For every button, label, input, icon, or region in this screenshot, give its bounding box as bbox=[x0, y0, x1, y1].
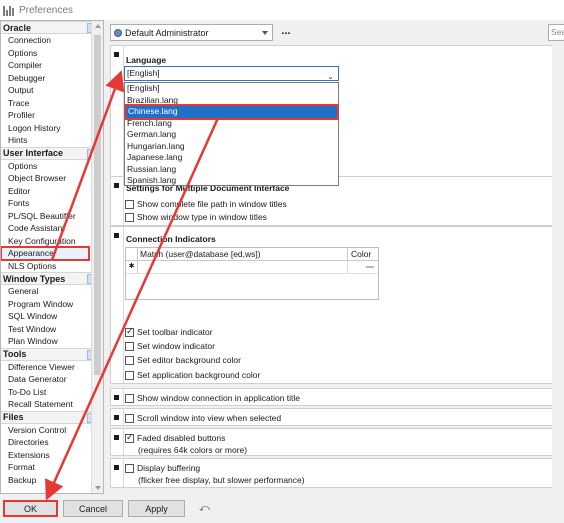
language-option[interactable]: Brazilian.lang bbox=[125, 95, 338, 107]
tree-item[interactable]: Recall Statement bbox=[1, 398, 103, 411]
scroll-up-icon[interactable] bbox=[95, 24, 101, 28]
show-path-checkbox[interactable]: Show complete file path in window titles bbox=[125, 199, 287, 209]
new-row-icon: ✱ bbox=[126, 261, 138, 273]
tree-section-header[interactable]: Oracle bbox=[1, 21, 103, 34]
tree-item[interactable]: Hints bbox=[1, 134, 103, 147]
tree-item[interactable]: Editor bbox=[1, 185, 103, 198]
tree-item[interactable]: Options bbox=[1, 160, 103, 173]
tree-item[interactable]: Data Generator bbox=[1, 373, 103, 386]
scroll-group: Scroll window into view when selected bbox=[110, 408, 564, 426]
more-button[interactable]: ... bbox=[279, 24, 293, 41]
app-bg-checkbox[interactable]: Set application background color bbox=[125, 370, 260, 380]
tree-item[interactable]: PL/SQL Beautifier bbox=[1, 210, 103, 223]
tree-item[interactable]: Connection bbox=[1, 34, 103, 47]
tree-item[interactable]: Fonts bbox=[1, 197, 103, 210]
tree-item[interactable]: NLS Options bbox=[1, 260, 103, 273]
tree-item[interactable]: Profiler bbox=[1, 109, 103, 122]
language-option[interactable]: Spanish.lang bbox=[125, 175, 338, 187]
language-select[interactable]: [English] ⌄ bbox=[124, 66, 339, 81]
conn-title-group: Show window connection in application ti… bbox=[110, 388, 564, 406]
tree-section-header[interactable]: Tools bbox=[1, 347, 103, 361]
tree-item[interactable]: SQL Window bbox=[1, 310, 103, 323]
editor-bg-checkbox[interactable]: Set editor background color bbox=[125, 355, 241, 365]
tree-item[interactable]: Debugger bbox=[1, 72, 103, 85]
tree-item[interactable]: Directories bbox=[1, 436, 103, 449]
tree-item[interactable]: Logon History bbox=[1, 122, 103, 135]
language-option[interactable]: [English] bbox=[125, 83, 338, 95]
faded-note: (requires 64k colors or more) bbox=[138, 445, 248, 455]
profile-value: Default Administrator bbox=[125, 27, 209, 38]
display-buffering-checkbox[interactable]: Display buffering bbox=[125, 463, 200, 473]
chevron-down-icon bbox=[262, 31, 268, 35]
panel-scrollbar[interactable] bbox=[552, 45, 564, 494]
tree-item[interactable]: Code Assistant bbox=[1, 222, 103, 235]
faded-group: Faded disabled buttons (requires 64k col… bbox=[110, 428, 564, 456]
language-title: Language bbox=[126, 55, 167, 65]
window-indicator-checkbox[interactable]: Set window indicator bbox=[125, 341, 215, 351]
tree-section-header[interactable]: User Interface bbox=[1, 146, 103, 160]
window-title: Preferences bbox=[19, 4, 73, 16]
ok-button[interactable]: OK bbox=[3, 500, 58, 517]
tree-item[interactable]: Appearance bbox=[1, 246, 90, 261]
language-dropdown-list[interactable]: [English] Brazilian.lang Chinese.lang Frenc… bbox=[124, 82, 339, 186]
language-option[interactable]: Chinese.lang bbox=[124, 104, 339, 120]
profile-select[interactable]: Default Administrator bbox=[110, 24, 273, 41]
tree-item[interactable]: Difference Viewer bbox=[1, 361, 103, 374]
tree-item[interactable]: Format bbox=[1, 461, 103, 474]
tree-item[interactable]: Compiler bbox=[1, 59, 103, 72]
tree-item[interactable]: Output bbox=[1, 84, 103, 97]
tree-item[interactable]: Test Window bbox=[1, 323, 103, 336]
tree-section-header[interactable]: Window Types bbox=[1, 272, 103, 285]
language-value: [English] bbox=[127, 68, 160, 78]
tree-item[interactable]: Program Window bbox=[1, 298, 103, 311]
tree-item[interactable]: Version Control bbox=[1, 424, 103, 437]
tree-item[interactable]: Backup bbox=[1, 474, 103, 487]
scroll-thumb[interactable] bbox=[94, 35, 101, 375]
group-marker bbox=[114, 52, 119, 57]
reset-icon[interactable]: ⤺ bbox=[199, 503, 210, 514]
language-option[interactable]: Japanese.lang bbox=[125, 152, 338, 164]
apply-button[interactable]: Apply bbox=[128, 500, 185, 517]
title-bar: Preferences bbox=[0, 0, 564, 20]
language-option[interactable]: Russian.lang bbox=[125, 164, 338, 176]
category-tree[interactable]: Oracle Connection Options Compiler Debugger O… bbox=[0, 20, 104, 494]
tree-item[interactable]: To-Do List bbox=[1, 386, 103, 399]
tree-item[interactable]: Plan Window bbox=[1, 335, 103, 348]
tree-item[interactable]: Options bbox=[1, 47, 103, 60]
tree-section-header[interactable]: Files bbox=[1, 410, 103, 424]
buffering-note: (flicker free display, but slower perfor… bbox=[138, 475, 305, 485]
profile-icon bbox=[114, 28, 122, 37]
tree-item[interactable]: Key Configuration bbox=[1, 235, 103, 248]
app-icon bbox=[3, 4, 15, 16]
connection-grid[interactable]: Match (user@database [ed,ws]) Color ✱ bbox=[125, 247, 379, 300]
conn-title: Connection Indicators bbox=[126, 234, 216, 244]
tree-item[interactable]: Trace bbox=[1, 97, 103, 110]
show-conn-title-checkbox[interactable]: Show window connection in application ti… bbox=[125, 393, 300, 403]
cancel-button[interactable]: Cancel bbox=[63, 500, 123, 517]
search-input[interactable]: Sea bbox=[548, 24, 564, 41]
group-marker bbox=[114, 233, 119, 238]
show-type-checkbox[interactable]: Show window type in window titles bbox=[125, 212, 267, 222]
tree-item[interactable]: General bbox=[1, 285, 103, 298]
match-column-header: Match (user@database [ed,ws]) bbox=[138, 248, 348, 260]
scroll-down-icon[interactable] bbox=[95, 486, 101, 490]
button-bar: OK Cancel Apply ⤺ bbox=[0, 494, 564, 523]
color-column-header: Color bbox=[351, 249, 372, 259]
tree-scrollbar[interactable] bbox=[91, 21, 103, 493]
connection-indicators-group: Connection Indicators Match (user@databa… bbox=[110, 226, 564, 384]
faded-buttons-checkbox[interactable]: Faded disabled buttons bbox=[125, 432, 225, 443]
language-option[interactable]: French.lang bbox=[125, 118, 338, 130]
table-row[interactable]: ✱ bbox=[126, 261, 378, 274]
scroll-into-view-checkbox[interactable]: Scroll window into view when selected bbox=[125, 413, 281, 423]
tree-item[interactable]: Extensions bbox=[1, 449, 103, 462]
group-marker bbox=[114, 183, 119, 188]
language-option[interactable]: German.lang bbox=[125, 129, 338, 141]
language-option[interactable]: Hungarian.lang bbox=[125, 141, 338, 153]
buffering-group: Display buffering (flicker free display,… bbox=[110, 458, 564, 488]
toolbar-indicator-checkbox[interactable]: Set toolbar indicator bbox=[125, 326, 213, 337]
tree-item[interactable]: Object Browser bbox=[1, 172, 103, 185]
